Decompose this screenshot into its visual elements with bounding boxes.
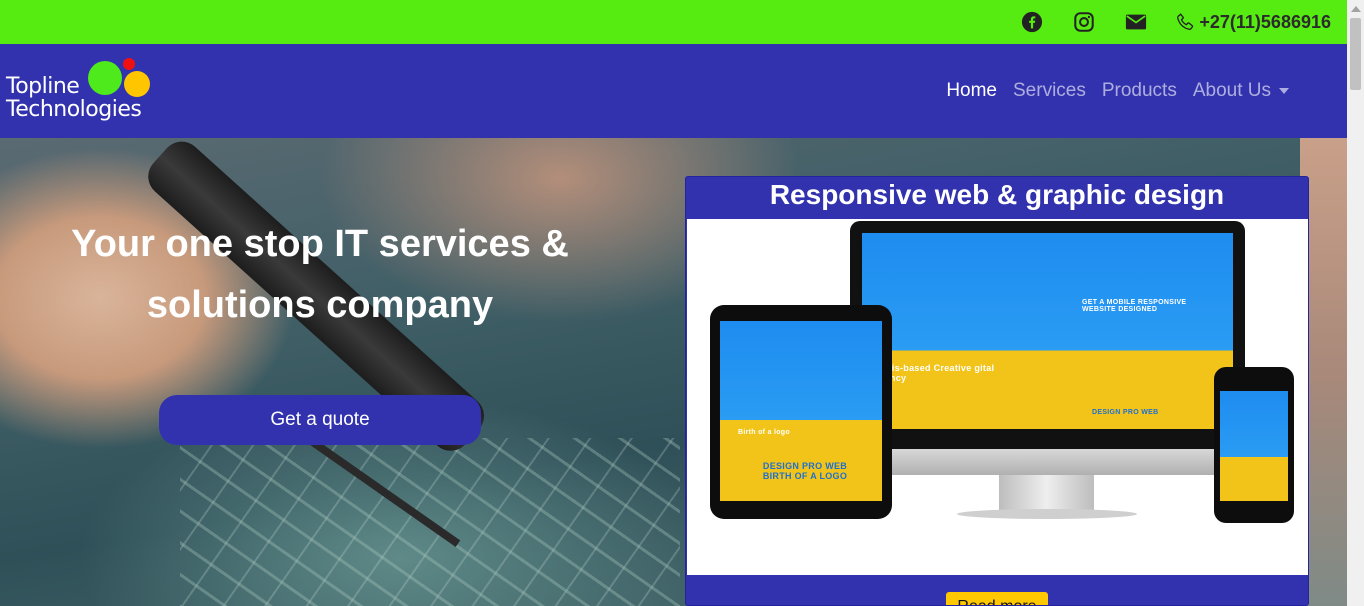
logo-green-circle xyxy=(88,61,122,95)
logo-text-line2: Technologies xyxy=(6,97,142,122)
caret-down-icon xyxy=(1279,87,1289,94)
page-scrollbar[interactable] xyxy=(1347,0,1364,606)
scrollbar-thumb[interactable] xyxy=(1350,18,1361,90)
responsive-devices-image: GET A MOBILE RESPONSIVE WEBSITE DESIGNED… xyxy=(687,219,1308,575)
phone-contact[interactable]: +27(11)5686916 xyxy=(1175,12,1331,33)
phone-screen xyxy=(1220,391,1288,501)
mail-icon[interactable] xyxy=(1125,11,1147,33)
service-card: Responsive web & graphic design GET A MO… xyxy=(685,176,1309,606)
monitor-chin xyxy=(850,449,1245,475)
monitor-stand xyxy=(999,475,1094,511)
top-contact-bar: +27(11)5686916 xyxy=(0,0,1347,44)
phone-icon xyxy=(1177,13,1194,30)
nav-item-home[interactable]: Home xyxy=(946,80,997,102)
tablet-box-text: DESIGN PRO WEB BIRTH OF A LOGO xyxy=(762,461,848,481)
scroll-up-arrow-icon[interactable] xyxy=(1351,6,1361,12)
phone-number: +27(11)5686916 xyxy=(1199,11,1331,32)
phone-mockup xyxy=(1214,367,1294,523)
monitor-headline: GET A MOBILE RESPONSIVE WEBSITE DESIGNED xyxy=(1082,299,1187,313)
facebook-icon[interactable] xyxy=(1021,11,1043,33)
main-navbar: Topline Technologies Home Services Produ… xyxy=(0,44,1347,138)
brand-logo[interactable]: Topline Technologies xyxy=(6,58,156,124)
logo-yellow-circle xyxy=(124,71,150,97)
monitor-screen: GET A MOBILE RESPONSIVE WEBSITE DESIGNED… xyxy=(862,233,1233,429)
nav-menu: Home Services Products About Us xyxy=(930,44,1289,138)
tablet-birth-label: Birth of a logo xyxy=(738,429,790,436)
nav-item-products[interactable]: Products xyxy=(1102,80,1177,102)
instagram-icon[interactable] xyxy=(1073,11,1095,33)
logo-red-circle xyxy=(123,58,135,70)
nav-item-services[interactable]: Services xyxy=(1013,80,1086,102)
read-more-button[interactable]: Read more xyxy=(946,592,1048,605)
monitor-subheadline: mphis-based Creative gital Agency xyxy=(872,363,995,383)
nav-item-about-us-label: About Us xyxy=(1192,80,1271,101)
hero-title: Your one stop IT services & solutions co… xyxy=(71,223,569,326)
service-card-title: Responsive web & graphic design xyxy=(769,179,1225,210)
logo-text-line1: Topline xyxy=(6,74,80,99)
monitor-box-text: DESIGN PRO WEB xyxy=(1092,409,1159,416)
tablet-mockup: Birth of a logo DESIGN PRO WEB BIRTH OF … xyxy=(710,305,892,519)
tablet-screen: Birth of a logo DESIGN PRO WEB BIRTH OF … xyxy=(720,321,882,501)
monitor-base xyxy=(957,509,1137,519)
monitor-mockup: GET A MOBILE RESPONSIVE WEBSITE DESIGNED… xyxy=(850,221,1245,449)
get-a-quote-button[interactable]: Get a quote xyxy=(159,395,481,445)
nav-item-about-us[interactable]: About Us xyxy=(1193,80,1289,102)
